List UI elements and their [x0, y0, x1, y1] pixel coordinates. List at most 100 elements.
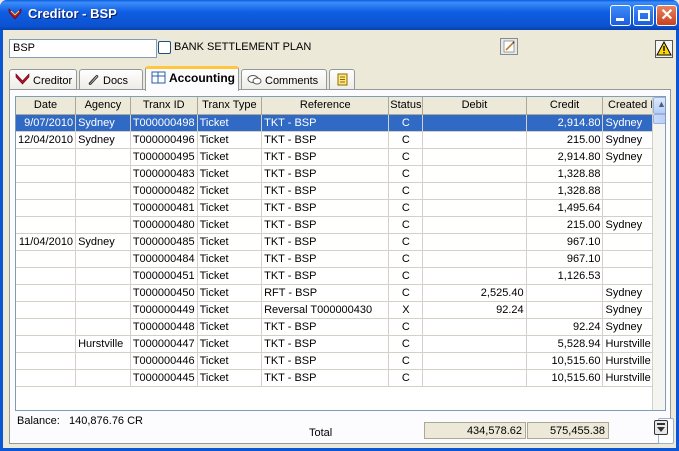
reference-cell: TKT - BSP [261, 148, 390, 166]
reference-cell: Reversal T000000430 [261, 301, 390, 319]
transactions-grid[interactable]: Date Agency Tranx ID Tranx Type Referenc… [15, 96, 666, 411]
date-cell [16, 199, 77, 217]
agency-cell [75, 165, 131, 183]
tranx-id-cell: T000000449 [130, 301, 198, 319]
date-cell [16, 267, 77, 285]
table-row[interactable]: Hurstville T000000447 Ticket TKT - BSP C 5,52… [16, 335, 665, 353]
debit-cell [422, 199, 527, 217]
title-bar[interactable]: Creditor - BSP ✕ [0, 0, 679, 30]
tranx-type-cell: Ticket [197, 233, 263, 251]
tranx-type-cell: Ticket [197, 335, 263, 353]
table-row[interactable]: T000000484 Ticket TKT - BSP C 967.10 [16, 250, 665, 268]
status-cell: C [388, 318, 424, 336]
reference-cell: TKT - BSP [261, 369, 390, 387]
warning-icon [656, 40, 672, 56]
bank-settlement-label: BANK SETTLEMENT PLAN [174, 41, 312, 53]
table-row[interactable]: T000000451 Ticket TKT - BSP C 1,126.53 [16, 267, 665, 285]
grid-vertical-scrollbar[interactable]: ▲ [652, 97, 665, 410]
accounting-panel: Date Agency Tranx ID Tranx Type Referenc… [9, 89, 674, 444]
table-row[interactable]: T000000449 Ticket Reversal T000000430 X 92.2… [16, 301, 665, 319]
status-cell: C [388, 233, 424, 251]
debit-cell [422, 114, 527, 132]
tranx-type-cell: Ticket [197, 250, 263, 268]
close-button[interactable]: ✕ [656, 5, 677, 26]
reference-cell: TKT - BSP [261, 199, 390, 217]
table-row[interactable]: T000000482 Ticket TKT - BSP C 1,328.88 [16, 182, 665, 200]
scroll-thumb[interactable] [653, 114, 665, 124]
table-row[interactable]: 11/04/2010 Sydney T000000485 Ticket TKT - BS… [16, 233, 665, 251]
maximize-icon [638, 10, 650, 21]
column-header-tranx-id[interactable]: Tranx ID [130, 97, 198, 115]
agency-cell [75, 250, 131, 268]
credit-cell: 92.24 [526, 318, 604, 336]
agency-cell [75, 216, 131, 234]
agency-cell [75, 352, 131, 370]
tab-docs[interactable]: Docs [79, 69, 143, 90]
expand-button[interactable] [654, 420, 668, 435]
bank-settlement-checkbox[interactable] [158, 41, 171, 54]
table-row[interactable]: T000000445 Ticket TKT - BSP C 10,515.60 Hurst… [16, 369, 665, 387]
debit-cell [422, 369, 527, 387]
agency-cell: Sydney [75, 233, 131, 251]
agency-cell [75, 369, 131, 387]
table-row[interactable]: 9/07/2010 Sydney T000000498 Ticket TKT - BSP… [16, 114, 665, 132]
reference-cell: TKT - BSP [261, 182, 390, 200]
agency-cell: Sydney [75, 114, 131, 132]
column-header-credit[interactable]: Credit [526, 97, 604, 115]
status-cell: C [388, 335, 424, 353]
table-row[interactable]: T000000481 Ticket TKT - BSP C 1,495.64 [16, 199, 665, 217]
table-row[interactable]: T000000483 Ticket TKT - BSP C 1,328.88 [16, 165, 665, 183]
maximize-button[interactable] [633, 5, 654, 26]
status-cell: C [388, 267, 424, 285]
warning-button[interactable] [655, 40, 673, 58]
credit-cell [526, 301, 604, 319]
tab-accounting[interactable]: Accounting [145, 66, 239, 91]
reference-cell: TKT - BSP [261, 335, 390, 353]
column-header-date[interactable]: Date [16, 97, 77, 115]
column-header-tranx-type[interactable]: Tranx Type [197, 97, 263, 115]
status-cell: C [388, 284, 424, 302]
table-row[interactable]: T000000448 Ticket TKT - BSP C 92.24 Sydney [16, 318, 665, 336]
table-row[interactable]: T000000446 Ticket TKT - BSP C 10,515.60 Hurst… [16, 352, 665, 370]
note-button[interactable] [500, 38, 518, 55]
transactions-table: Date Agency Tranx ID Tranx Type Referenc… [16, 97, 665, 387]
column-header-status[interactable]: Status [388, 97, 424, 115]
column-header-agency[interactable]: Agency [75, 97, 131, 115]
column-header-reference[interactable]: Reference [261, 97, 390, 115]
table-row[interactable]: 12/04/2010 Sydney T000000496 Ticket TKT - BS… [16, 131, 665, 149]
tab-comments[interactable]: Comments [241, 69, 327, 90]
reference-cell: TKT - BSP [261, 114, 390, 132]
minimize-button[interactable] [610, 5, 631, 26]
credit-cell: 215.00 [526, 131, 604, 149]
credit-cell: 1,328.88 [526, 182, 604, 200]
date-cell [16, 335, 77, 353]
creditor-app-icon [8, 8, 22, 20]
tranx-type-cell: Ticket [197, 267, 263, 285]
date-cell [16, 216, 77, 234]
scroll-up-button[interactable]: ▲ [653, 97, 665, 114]
table-row[interactable]: T000000495 Ticket TKT - BSP C 2,914.80 Sydney [16, 148, 665, 166]
tab-notepad[interactable] [329, 69, 355, 90]
tranx-id-cell: T000000447 [130, 335, 198, 353]
creditor-code-field[interactable]: BSP [9, 39, 157, 58]
credit-cell [526, 284, 604, 302]
debit-cell: 92.24 [422, 301, 527, 319]
date-cell [16, 165, 77, 183]
debit-cell [422, 148, 527, 166]
credit-cell: 5,528.94 [526, 335, 604, 353]
tab-creditor[interactable]: Creditor [9, 69, 77, 90]
credit-cell: 2,914.80 [526, 148, 604, 166]
date-cell: 9/07/2010 [16, 114, 77, 132]
tranx-type-cell: Ticket [197, 284, 263, 302]
debit-cell [422, 233, 527, 251]
table-row[interactable]: T000000480 Ticket TKT - BSP C 215.00 Sydney [16, 216, 665, 234]
column-header-debit[interactable]: Debit [422, 97, 527, 115]
table-row[interactable]: T000000450 Ticket RFT - BSP C 2,525.40 Sydney [16, 284, 665, 302]
balance-label: Balance: [17, 415, 60, 427]
date-cell [16, 318, 77, 336]
tranx-id-cell: T000000450 [130, 284, 198, 302]
debit-cell [422, 131, 527, 149]
tranx-id-cell: T000000482 [130, 182, 198, 200]
total-credit: 575,455.38 [527, 422, 609, 439]
tranx-type-cell: Ticket [197, 216, 263, 234]
